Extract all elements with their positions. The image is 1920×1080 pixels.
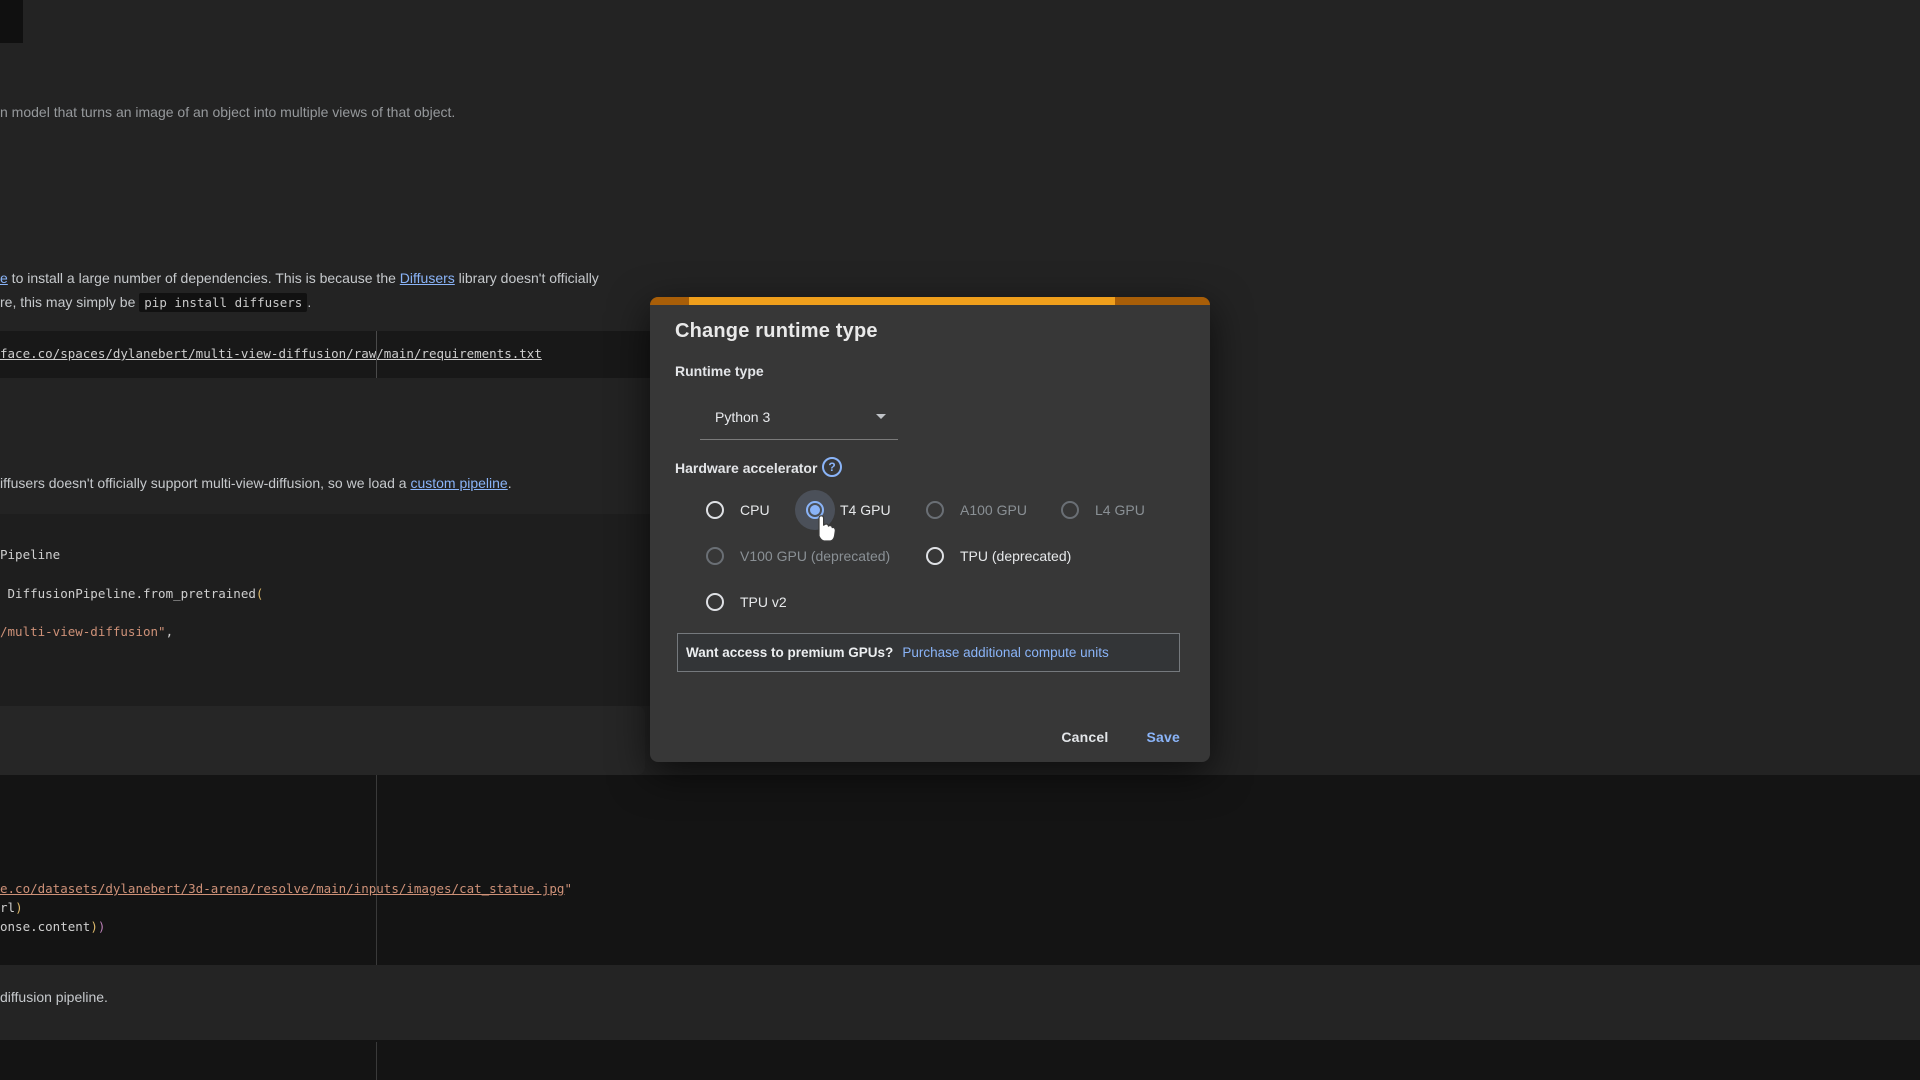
radio-circle xyxy=(1061,501,1079,519)
radio-icon[interactable] xyxy=(706,593,724,611)
cancel-button[interactable]: Cancel xyxy=(1049,721,1120,753)
purchase-compute-units-link[interactable]: Purchase additional compute units xyxy=(902,645,1108,660)
radio-circle xyxy=(706,501,724,519)
radio-option-tpu-v2[interactable]: TPU v2 xyxy=(696,593,796,611)
radio-icon xyxy=(926,501,944,519)
cut-link[interactable]: e xyxy=(0,270,8,286)
dialog-button-row: Cancel Save xyxy=(650,717,1210,757)
code-line: rl) xyxy=(0,900,23,915)
radio-option-l4-gpu: L4 GPU xyxy=(1051,501,1186,519)
radio-option-v100-gpu-deprecated: V100 GPU (deprecated) xyxy=(696,547,916,565)
indeterminate-progress-bar xyxy=(650,297,1210,305)
markdown-paragraph: e to install a large number of dependenc… xyxy=(0,266,599,315)
markdown-bottom-line: diffusion pipeline. xyxy=(0,985,108,1009)
paragraph-line-1: e to install a large number of dependenc… xyxy=(0,266,599,290)
custom-pipeline-link[interactable]: custom pipeline xyxy=(410,475,507,491)
requirements-code-cell[interactable]: face.co/spaces/dylanebert/multi-view-dif… xyxy=(0,331,650,378)
runtime-type-label: Runtime type xyxy=(675,363,764,379)
scrolled-cell-fragment xyxy=(0,0,23,43)
radio-label: V100 GPU (deprecated) xyxy=(740,548,890,564)
radio-icon[interactable] xyxy=(926,547,944,565)
progress-track-segment xyxy=(1115,297,1210,305)
markdown-band: diffusion pipeline. xyxy=(0,965,1920,1040)
radio-circle xyxy=(926,501,944,519)
premium-gpu-banner: Want access to premium GPUs? Purchase ad… xyxy=(677,633,1180,672)
radio-option-cpu[interactable]: CPU xyxy=(696,501,796,519)
image-fetch-code-cell[interactable]: e.co/datasets/dylanebert/3d-arena/resolv… xyxy=(0,775,1920,965)
radio-label: TPU v2 xyxy=(740,594,787,610)
radio-label: TPU (deprecated) xyxy=(960,548,1071,564)
progress-active-segment xyxy=(689,297,1115,305)
indent-guide xyxy=(376,331,377,378)
inline-code-chip: pip install diffusers xyxy=(139,293,307,312)
radio-option-a100-gpu: A100 GPU xyxy=(916,501,1051,519)
code-line: e.co/datasets/dylanebert/3d-arena/resolv… xyxy=(0,881,572,896)
runtime-type-select[interactable]: Python 3 xyxy=(700,394,898,440)
cell-toolbar-band xyxy=(0,706,645,775)
help-icon[interactable]: ? xyxy=(822,457,842,477)
bottom-edge-code-cell[interactable] xyxy=(0,1040,1920,1080)
code-line: onse.content)) xyxy=(0,919,105,934)
paragraph-line-2: re, this may simply be pip install diffu… xyxy=(0,290,599,315)
chevron-down-icon xyxy=(876,414,886,419)
radio-icon[interactable] xyxy=(706,501,724,519)
radio-icon xyxy=(1061,501,1079,519)
radio-label: A100 GPU xyxy=(960,502,1027,518)
radio-option-t4-gpu[interactable]: T4 GPU xyxy=(796,501,916,519)
code-line: /multi-view-diffusion", xyxy=(0,624,173,639)
banner-text: Want access to premium GPUs? xyxy=(686,645,893,660)
radio-option-tpu-deprecated[interactable]: TPU (deprecated) xyxy=(916,547,1051,565)
change-runtime-type-dialog: Change runtime type Runtime type Python … xyxy=(650,297,1210,762)
radio-label: L4 GPU xyxy=(1095,502,1145,518)
radio-circle xyxy=(706,593,724,611)
indent-guide xyxy=(376,1042,377,1080)
progress-track-segment xyxy=(650,297,689,305)
dialog-title: Change runtime type xyxy=(675,320,878,343)
diffusers-link[interactable]: Diffusers xyxy=(400,270,455,286)
radio-label: T4 GPU xyxy=(840,502,891,518)
radio-circle xyxy=(806,501,824,519)
page: { "theme": { "accent": "#8ab4f8", "progr… xyxy=(0,0,1920,1080)
requirements-url[interactable]: face.co/spaces/dylanebert/multi-view-dif… xyxy=(0,346,542,361)
radio-icon[interactable] xyxy=(806,501,824,519)
save-button[interactable]: Save xyxy=(1135,721,1193,753)
radio-circle xyxy=(926,547,944,565)
code-line: Pipeline xyxy=(0,547,60,562)
pipeline-code-cell[interactable]: Pipeline DiffusionPipeline.from_pretrain… xyxy=(0,514,650,706)
indent-guide xyxy=(376,775,377,965)
markdown-paragraph-2: iffusers doesn't officially support mult… xyxy=(0,471,512,495)
hardware-accelerator-label: Hardware accelerator xyxy=(675,460,817,476)
markdown-intro-line: n model that turns an image of an object… xyxy=(0,100,455,124)
radio-label: CPU xyxy=(740,502,770,518)
radio-circle xyxy=(706,547,724,565)
runtime-type-value: Python 3 xyxy=(715,409,770,425)
radio-icon xyxy=(706,547,724,565)
hardware-options-grid: CPU T4 GPU A100 GPU L4 GPU V100 GPU (depreca… xyxy=(696,487,1186,625)
code-line: DiffusionPipeline.from_pretrained( xyxy=(0,586,263,601)
